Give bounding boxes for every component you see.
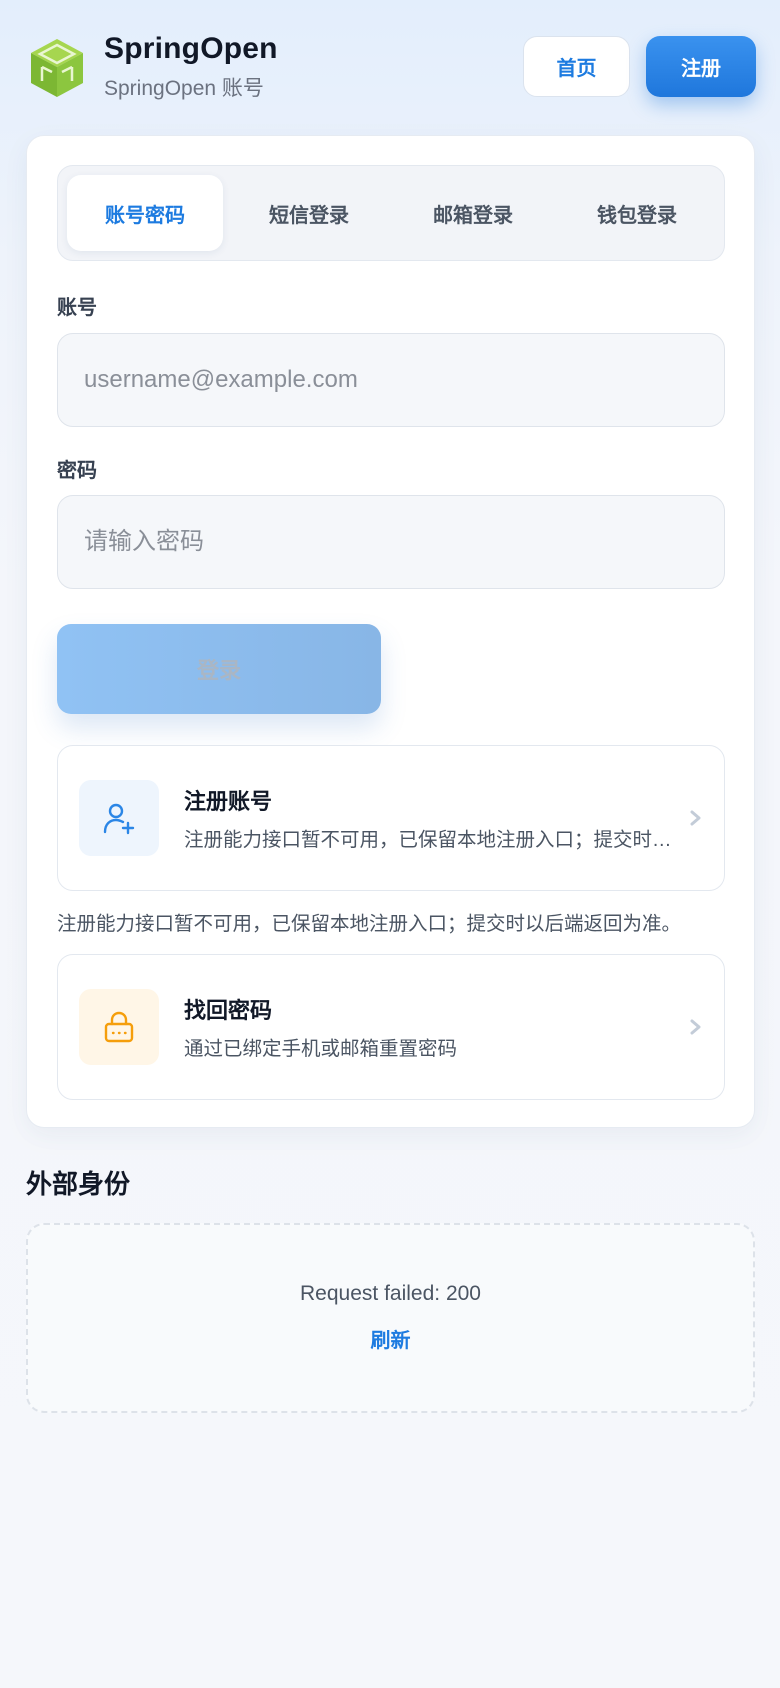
register-card-desc: 注册能力接口暂不可用，已保留本地注册入口；提交时以后端返回为准。 <box>184 829 674 851</box>
lock-icon <box>79 989 159 1065</box>
brand-subtitle: SpringOpen 账号 <box>104 77 264 100</box>
register-button[interactable]: 注册 <box>646 36 756 97</box>
register-account-card[interactable]: 注册账号 注册能力接口暂不可用，已保留本地注册入口；提交时以后端返回为准。 <box>57 745 725 891</box>
user-plus-icon <box>79 780 159 856</box>
register-notice: 注册能力接口暂不可用，已保留本地注册入口；提交时以后端返回为准。 <box>57 913 682 935</box>
refresh-link[interactable]: 刷新 <box>28 1324 753 1353</box>
springopen-logo-icon[interactable] <box>28 37 86 99</box>
external-identity-title: 外部身份 <box>26 1169 131 1199</box>
account-label: 账号 <box>57 297 97 319</box>
password-label: 密码 <box>57 460 97 482</box>
tab-account-password[interactable]: 账号密码 <box>67 175 223 251</box>
reset-card-title: 找回密码 <box>184 998 273 1023</box>
app-header: SpringOpen SpringOpen 账号 首页 注册 <box>0 0 780 135</box>
home-button[interactable]: 首页 <box>523 36 630 97</box>
external-identity-panel: Request failed: 200 刷新 <box>26 1223 755 1413</box>
login-method-tabs: 账号密码 短信登录 邮箱登录 钱包登录 <box>57 165 725 261</box>
reset-card-desc: 通过已绑定手机或邮箱重置密码 <box>184 1038 458 1060</box>
tab-email-login[interactable]: 邮箱登录 <box>395 175 551 251</box>
tab-wallet-login[interactable]: 钱包登录 <box>559 175 715 251</box>
reset-password-card[interactable]: 找回密码 通过已绑定手机或邮箱重置密码 <box>57 954 725 1100</box>
login-card: 账号密码 短信登录 邮箱登录 钱包登录 账号 密码 登录 注册账号 注册能力接口… <box>26 135 755 1128</box>
error-message: Request failed: 200 <box>300 1282 481 1305</box>
chevron-right-icon <box>690 1019 701 1035</box>
chevron-right-icon <box>690 810 701 826</box>
tab-sms-login[interactable]: 短信登录 <box>231 175 387 251</box>
register-card-title: 注册账号 <box>184 789 273 814</box>
password-input[interactable] <box>57 495 725 589</box>
brand-name: SpringOpen <box>104 32 278 65</box>
login-button[interactable]: 登录 <box>57 624 381 714</box>
account-input[interactable] <box>57 333 725 427</box>
